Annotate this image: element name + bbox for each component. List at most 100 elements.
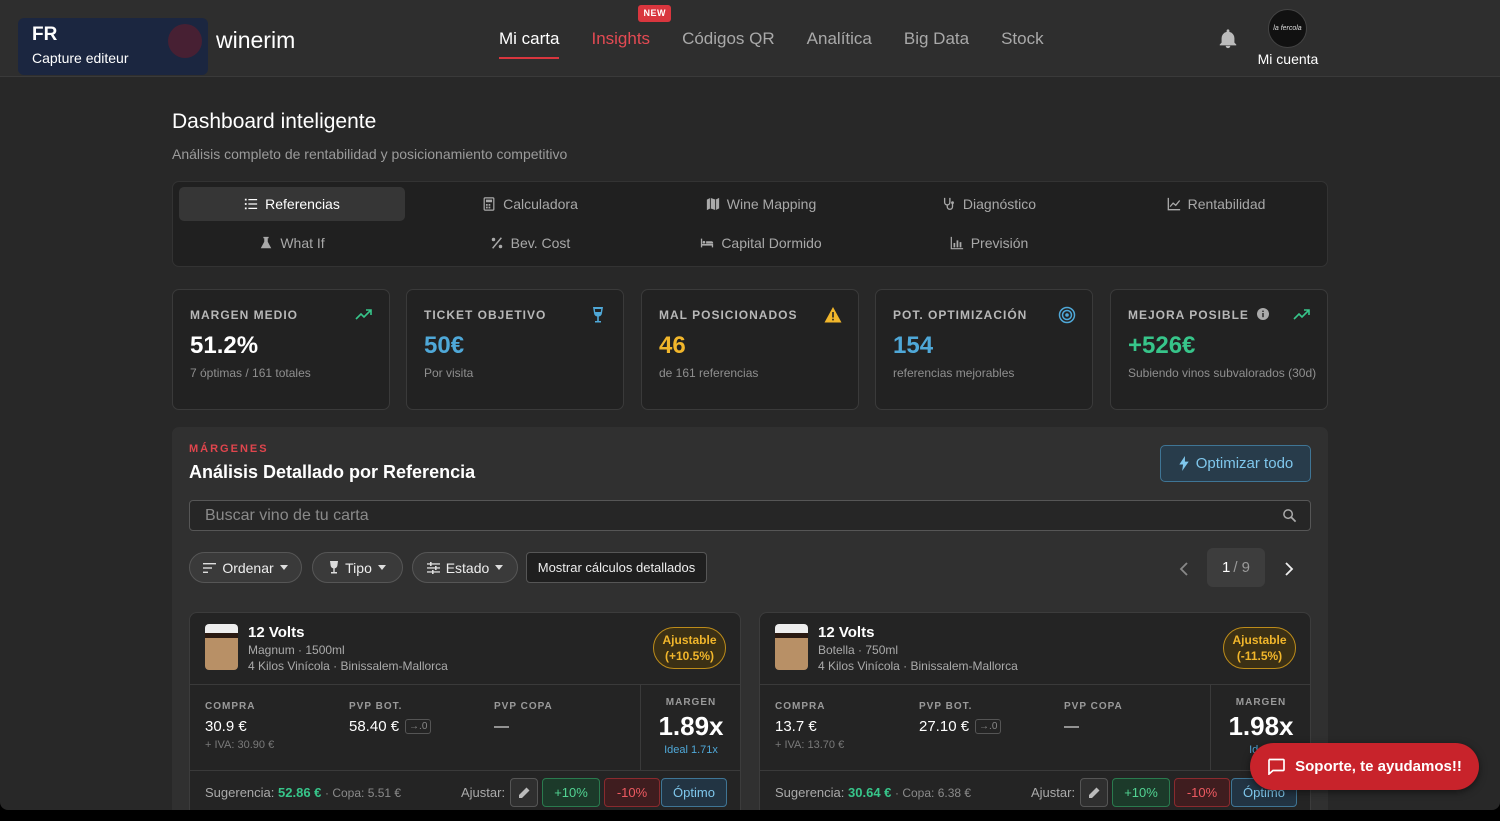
badge-status: Ajustable <box>1232 633 1287 647</box>
caret-down-icon <box>279 565 288 570</box>
account-label[interactable]: Mi cuenta <box>1248 51 1328 67</box>
tab-label: What If <box>280 235 325 251</box>
status-badge: Ajustable (+10.5%) <box>653 627 726 669</box>
badge-status: Ajustable <box>662 633 717 647</box>
suggestion-text: Sugerencia: 52.86 € · Copa: 5.51 € <box>205 785 401 800</box>
lightning-icon <box>1179 456 1189 471</box>
stat-subtext: de 161 referencias <box>659 366 759 380</box>
brand-logo[interactable]: winerim <box>216 27 295 54</box>
avatar-text: la fercola <box>1273 25 1302 32</box>
round-price-button[interactable]: →.0 <box>975 719 1002 734</box>
tab-capital-dormido[interactable]: Capital Dormido <box>648 226 874 260</box>
stat-subtext: Subiendo vinos subvalorados (30d) <box>1128 366 1317 380</box>
edit-price-button[interactable] <box>1080 778 1108 807</box>
type-dropdown[interactable]: Tipo <box>312 552 403 583</box>
tab-rentabilidad[interactable]: Rentabilidad <box>1103 187 1329 221</box>
margin-value: 1.89x <box>658 711 724 741</box>
tab-label: Capital Dormido <box>721 235 822 251</box>
sort-dropdown[interactable]: Ordenar <box>189 552 302 583</box>
app-window: FR Capture editeur winerim Mi carta NEW … <box>0 0 1500 810</box>
nav-stock[interactable]: Stock <box>1001 0 1044 77</box>
stat-label: MARGEN MEDIO <box>190 308 298 322</box>
nav-label: Stock <box>1001 29 1044 48</box>
increase-10-button[interactable]: +10% <box>542 778 600 807</box>
edit-price-button[interactable] <box>510 778 538 807</box>
divider <box>760 684 1310 685</box>
pill-label: Ordenar <box>222 559 274 576</box>
tab-bev-cost[interactable]: Bev. Cost <box>417 226 643 260</box>
stat-card-mal-posicionados: MAL POSICIONADOS 46 de 161 referencias <box>641 289 859 410</box>
tab-referencias[interactable]: Referencias <box>179 187 405 221</box>
language-code: FR <box>32 24 58 45</box>
optimal-button[interactable]: Óptimo <box>661 778 727 807</box>
account-avatar[interactable]: la fercola <box>1268 9 1307 48</box>
pvp-bot-field[interactable]: 27.10 € →.0 <box>919 718 1002 735</box>
nav-big-data[interactable]: Big Data <box>904 0 969 77</box>
page-title: Dashboard inteligente <box>172 110 377 133</box>
pill-label: Estado <box>445 559 490 576</box>
nav-analitica[interactable]: Analítica <box>807 0 872 77</box>
wine-reference-card: 12 Volts Magnum · 1500ml 4 Kilos Vinícol… <box>189 612 741 810</box>
nav-label: Mi carta <box>499 29 560 48</box>
nav-mi-carta[interactable]: Mi carta <box>499 0 560 77</box>
tab-label: Calculadora <box>503 196 578 212</box>
suggestion-text: Sugerencia: 30.64 € · Copa: 6.38 € <box>775 785 971 800</box>
adjust-label: Ajustar: <box>461 785 506 800</box>
pvp-copa-value[interactable]: — <box>1064 718 1079 735</box>
calculator-icon <box>483 197 495 211</box>
wine-producer: 4 Kilos Vinícola · Binissalem-Mallorca <box>248 659 448 673</box>
section-kicker: MÁRGENES <box>189 443 269 455</box>
notifications-bell-icon[interactable] <box>1217 27 1239 51</box>
tab-diagnostico[interactable]: Diagnóstico <box>876 187 1102 221</box>
dashboard-tabs: Referencias Calculadora Wine Mapping Dia… <box>172 181 1328 267</box>
pvp-copa-label: PVP COPA <box>1064 701 1123 712</box>
adjust-label: Ajustar: <box>1031 785 1076 800</box>
state-dropdown[interactable]: Estado <box>412 552 518 583</box>
nav-codigos-qr[interactable]: Códigos QR <box>682 0 775 77</box>
divider <box>190 770 740 771</box>
show-detailed-calculations-button[interactable]: Mostrar cálculos detallados <box>526 552 707 583</box>
info-icon[interactable] <box>1257 308 1270 320</box>
chevron-right-icon[interactable] <box>1278 558 1300 580</box>
top-navigation-bar: FR Capture editeur winerim Mi carta NEW … <box>0 0 1500 77</box>
caret-down-icon <box>495 565 504 570</box>
button-label: Optimizar todo <box>1195 455 1294 472</box>
page-subtitle: Análisis completo de rentabilidad y posi… <box>172 146 568 162</box>
tab-prevision[interactable]: Previsión <box>876 226 1102 260</box>
margin-label: MARGEN <box>665 697 717 708</box>
bar-chart-icon <box>950 236 963 250</box>
stat-value: 154 <box>893 332 934 359</box>
tab-wine-mapping[interactable]: Wine Mapping <box>648 187 874 221</box>
stat-subtext: referencias mejorables <box>893 366 1015 380</box>
wine-label-image <box>205 624 238 670</box>
increase-10-button[interactable]: +10% <box>1112 778 1170 807</box>
tab-label: Rentabilidad <box>1187 196 1266 212</box>
pvp-copa-value[interactable]: — <box>494 718 509 735</box>
wine-search-input[interactable] <box>189 500 1311 531</box>
nav-label: Códigos QR <box>682 29 775 48</box>
total-pages: / 9 <box>1233 559 1251 576</box>
suggested-price: 30.64 € <box>848 785 892 800</box>
pill-label: Tipo <box>345 559 372 576</box>
capture-editor-banner[interactable]: FR Capture editeur <box>18 18 208 75</box>
tab-calculadora[interactable]: Calculadora <box>417 187 643 221</box>
suggested-glass-price: · Copa: 6.38 € <box>895 786 972 800</box>
decrease-10-button[interactable]: -10% <box>1174 778 1230 807</box>
optimize-all-button[interactable]: Optimizar todo <box>1160 445 1311 482</box>
chevron-left-icon[interactable] <box>1173 558 1195 580</box>
tab-label: Diagnóstico <box>962 196 1037 212</box>
search-icon[interactable] <box>1282 508 1297 523</box>
sliders-icon <box>426 561 440 574</box>
decrease-10-button[interactable]: -10% <box>604 778 660 807</box>
target-icon <box>1058 306 1076 324</box>
tab-what-if[interactable]: What If <box>179 226 405 260</box>
round-price-button[interactable]: →.0 <box>405 719 432 734</box>
nav-insights[interactable]: NEW Insights <box>591 0 671 77</box>
pvp-bot-field[interactable]: 58.40 € →.0 <box>349 718 432 735</box>
stat-label: TICKET OBJETIVO <box>424 308 547 322</box>
suggested-glass-price: · Copa: 5.51 € <box>325 786 402 800</box>
support-chat-button[interactable]: Soporte, te ayudamos!! <box>1250 743 1479 790</box>
margin-value: 1.98x <box>1228 711 1294 741</box>
suggested-price: 52.86 € <box>278 785 322 800</box>
chat-bubble-icon <box>1268 758 1285 775</box>
